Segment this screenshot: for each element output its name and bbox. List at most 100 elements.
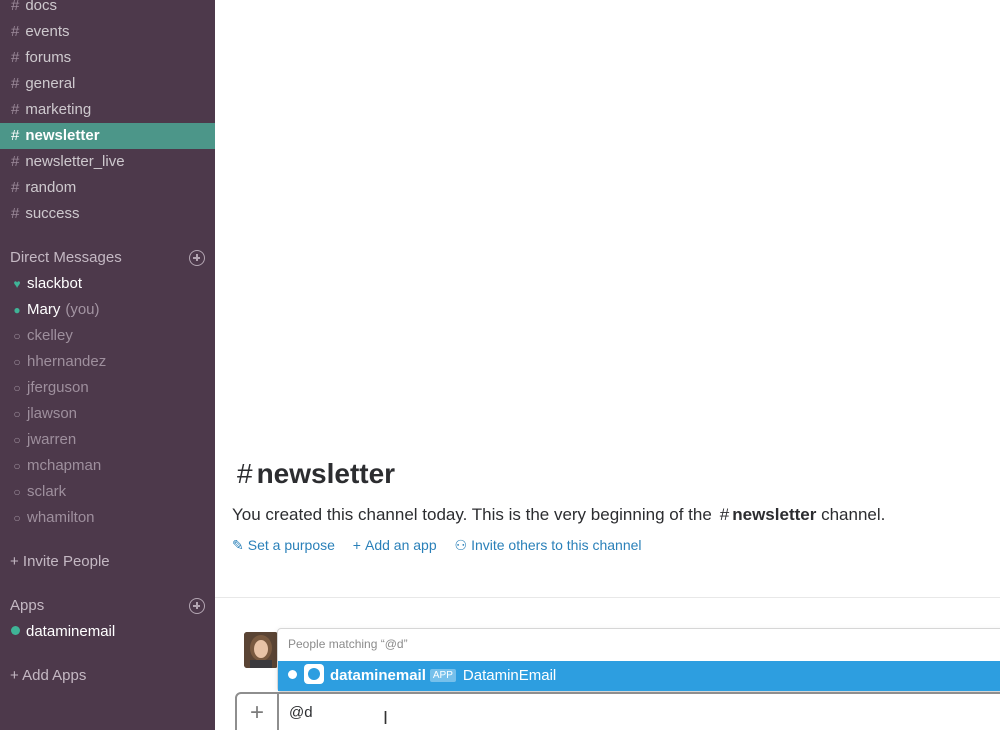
mention-autocomplete: People matching “@d” dataminemail APP Data…: [277, 628, 1000, 692]
heart-icon: ♥: [13, 277, 21, 291]
hash-icon: #: [11, 101, 20, 118]
hash-icon: #: [11, 0, 20, 14]
intro-suffix: channel.: [821, 505, 886, 524]
channel-label: forums: [25, 49, 72, 66]
channel-label: newsletter_live: [25, 153, 125, 170]
avatar-photo: [244, 632, 278, 668]
autocomplete-display-name: DataminEmail: [462, 667, 557, 684]
add-dm-icon[interactable]: [189, 250, 205, 266]
dm-label: slackbot: [27, 275, 83, 292]
channel-marketing[interactable]: # marketing: [0, 97, 215, 123]
dm-hhernandez[interactable]: ○ hhernandez: [0, 349, 215, 375]
offline-presence-icon: ○: [13, 381, 21, 395]
add-apps-link[interactable]: + Add Apps: [10, 664, 86, 688]
add-app-icon[interactable]: [189, 598, 205, 614]
dm-sclark[interactable]: ○ sclark: [0, 479, 215, 505]
app-dataminemail[interactable]: dataminemail: [0, 619, 215, 645]
offline-presence-icon: ○: [13, 329, 21, 343]
hash-icon: #: [11, 179, 20, 196]
away-presence-icon: ●: [13, 303, 21, 317]
offline-presence-icon: ○: [13, 459, 21, 473]
channel-title-text: newsletter: [256, 458, 396, 489]
hash-icon: #: [11, 49, 20, 66]
add-app-link[interactable]: + Add an app: [353, 537, 437, 553]
channel-label: general: [25, 75, 76, 92]
channel-label: marketing: [25, 101, 92, 118]
channel-forums[interactable]: # forums: [0, 45, 215, 71]
apps-label: Apps: [10, 597, 45, 614]
dm-label: hhernandez: [27, 353, 107, 370]
channel-label: success: [25, 205, 80, 222]
dm-slackbot[interactable]: ♥ slackbot: [0, 271, 215, 297]
app-avatar-icon: [304, 664, 324, 684]
direct-messages-label: Direct Messages: [10, 249, 122, 266]
attach-plus-button[interactable]: +: [237, 694, 279, 730]
dm-mchapman[interactable]: ○ mchapman: [0, 453, 215, 479]
direct-messages-header[interactable]: Direct Messages: [10, 246, 205, 270]
offline-presence-icon: ○: [13, 355, 21, 369]
hash-icon: #: [237, 458, 253, 489]
dm-label: whamilton: [27, 509, 95, 526]
dm-label: Mary: [27, 301, 61, 318]
pencil-icon: ✎: [232, 537, 244, 553]
dm-jferguson[interactable]: ○ jferguson: [0, 375, 215, 401]
dm-jwarren[interactable]: ○ jwarren: [0, 427, 215, 453]
invite-others-link[interactable]: ⚇ Invite others to this channel: [455, 537, 642, 553]
autocomplete-handle: dataminemail: [330, 667, 426, 684]
autocomplete-item-dataminemail[interactable]: dataminemail APP DataminEmail: [278, 661, 1000, 691]
sidebar: # docs # events # forums # general # marketin…: [0, 0, 215, 730]
channel-label: newsletter: [25, 127, 100, 144]
dm-whamilton[interactable]: ○ whamilton: [0, 505, 215, 531]
offline-presence-icon: ○: [13, 433, 21, 447]
plus-icon: +: [352, 537, 361, 553]
you-label: (you): [65, 301, 100, 318]
set-purpose-label: Set a purpose: [247, 537, 335, 553]
channel-docs[interactable]: # docs: [0, 0, 215, 19]
online-presence-icon: [11, 626, 20, 635]
message-composer: + I: [235, 692, 1000, 730]
dm-jlawson[interactable]: ○ jlawson: [0, 401, 215, 427]
intro-text: You created this channel today. This is …: [232, 505, 712, 524]
channel-general[interactable]: # general: [0, 71, 215, 97]
hash-icon: #: [11, 75, 20, 92]
channel-success[interactable]: # success: [0, 201, 215, 227]
offline-presence-icon: ○: [13, 511, 21, 525]
autocomplete-header: People matching “@d”: [288, 637, 408, 651]
dm-label: ckelley: [27, 327, 73, 344]
channel-actions: ✎ Set a purpose + Add an app ⚇ Invite other…: [232, 537, 656, 554]
message-input[interactable]: [289, 704, 889, 721]
channel-label: random: [25, 179, 77, 196]
dm-mary[interactable]: ● Mary (you): [0, 297, 215, 323]
channel-label: events: [25, 23, 70, 40]
avatar: [244, 632, 278, 668]
offline-presence-icon: ○: [13, 485, 21, 499]
channel-title: # newsletter: [237, 458, 395, 490]
dm-ckelley[interactable]: ○ ckelley: [0, 323, 215, 349]
invite-others-label: Invite others to this channel: [471, 537, 642, 553]
set-purpose-link[interactable]: ✎ Set a purpose: [232, 537, 335, 553]
person-icon: ⚇: [454, 537, 468, 553]
channel-events[interactable]: # events: [0, 19, 215, 45]
hash-icon: #: [11, 127, 20, 144]
invite-people-link[interactable]: + Invite People: [10, 550, 110, 574]
intro-channel-link[interactable]: newsletter: [732, 505, 816, 524]
text-cursor-icon: I: [383, 708, 389, 728]
hash-icon: #: [11, 153, 20, 170]
hash-icon: #: [11, 205, 20, 222]
channel-newsletter-live[interactable]: # newsletter_live: [0, 149, 215, 175]
add-app-label: Add an app: [364, 537, 437, 553]
presence-dot-icon: [288, 670, 297, 679]
apps-header[interactable]: Apps: [10, 594, 205, 618]
slack-app: # docs # events # forums # general # marketin…: [0, 0, 1000, 730]
app-badge: APP: [429, 669, 456, 682]
channel-random[interactable]: # random: [0, 175, 215, 201]
app-label: dataminemail: [26, 623, 116, 640]
main-pane: # newsletter You created this channel tod…: [215, 0, 1000, 730]
dm-label: jferguson: [27, 379, 89, 396]
channel-newsletter[interactable]: # newsletter: [0, 123, 215, 149]
dm-label: mchapman: [27, 457, 102, 474]
channel-intro: You created this channel today. This is …: [232, 505, 885, 525]
dm-label: sclark: [27, 483, 67, 500]
dm-label: jlawson: [27, 405, 78, 422]
hash-icon: #: [719, 505, 730, 524]
